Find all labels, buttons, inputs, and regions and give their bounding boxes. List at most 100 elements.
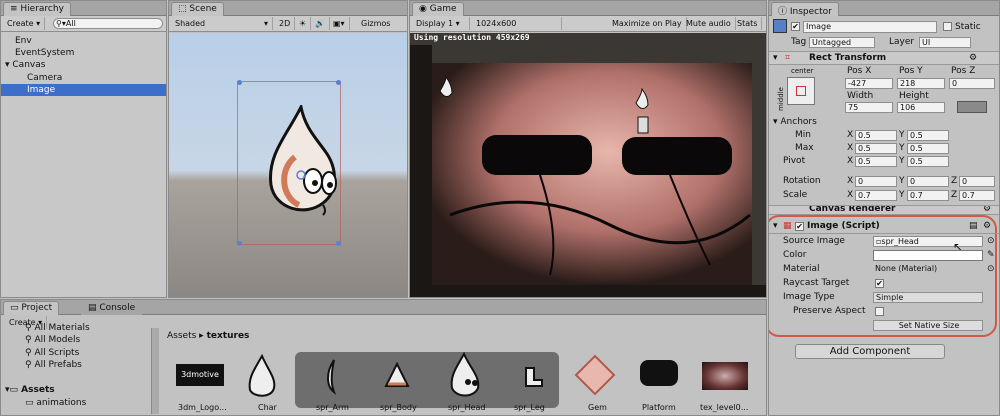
posx-field[interactable]: -427 [845, 78, 893, 89]
game-panel: ◉ Game Display 1 ▾ 1024x600 Maximize on … [409, 0, 767, 298]
active-checkbox[interactable]: ✔ [791, 22, 800, 31]
favorite-all-prefabs[interactable]: ⚲ All Prefabs [25, 359, 82, 371]
posz-label: Pos Z [951, 66, 976, 76]
asset-tex-level[interactable] [702, 352, 748, 398]
image-script-title: Image (Script) [807, 221, 880, 231]
hierarchy-item-eventsystem[interactable]: EventSystem [1, 47, 166, 59]
rotation-y[interactable]: 0 [907, 176, 949, 187]
tab-console[interactable]: ▤ Console [81, 301, 143, 315]
scene-viewport[interactable] [169, 33, 407, 297]
tab-scene[interactable]: ⬚ Scene [171, 2, 224, 16]
mute-audio-toggle[interactable]: Mute audio [682, 17, 736, 30]
canvas-renderer-header[interactable]: Canvas Renderer ⚙ [769, 205, 999, 215]
anchors-max-y[interactable]: 0.5 [907, 143, 949, 154]
char-sprite-icon [248, 353, 276, 397]
favorite-all-materials[interactable]: ⚲ All Materials [25, 322, 90, 331]
scale-x[interactable]: 0.7 [855, 190, 897, 201]
image-script-header[interactable]: ▾ ▦ ✔ Image (Script) ▤ ⚙ [769, 220, 999, 234]
audio-toggle-icon[interactable]: 🔊 [311, 17, 330, 30]
breadcrumb-root[interactable]: Assets [167, 331, 196, 341]
scale-z[interactable]: 0.7 [959, 190, 995, 201]
rect-handle[interactable] [237, 241, 242, 246]
static-checkbox[interactable] [943, 22, 952, 31]
logo-image: 3dmotive [176, 364, 224, 386]
game-viewport[interactable]: Using resolution 459x269 [410, 33, 766, 297]
book-icon[interactable]: ▤ [969, 220, 978, 232]
image-enabled-checkbox[interactable]: ✔ [795, 222, 804, 231]
rotation-z[interactable]: 0 [959, 176, 995, 187]
anchor-preset-button[interactable] [787, 77, 815, 105]
eyedropper-icon[interactable]: ✎ [987, 249, 995, 261]
posy-field[interactable]: 218 [897, 78, 945, 89]
scale-y[interactable]: 0.7 [907, 190, 949, 201]
layer-dropdown[interactable]: UI [919, 37, 971, 48]
tab-project[interactable]: ▭ Project [3, 301, 60, 315]
asset-3dm-logo[interactable]: 3dmotive [176, 352, 224, 398]
rect-handle[interactable] [336, 241, 341, 246]
rotation-x[interactable]: 0 [855, 176, 897, 187]
shading-mode-dropdown[interactable]: Shaded ▾ [171, 17, 273, 30]
image-type-dropdown[interactable]: Simple [873, 292, 983, 303]
pivot-x[interactable]: 0.5 [855, 156, 897, 167]
pivot-y[interactable]: 0.5 [907, 156, 949, 167]
set-native-size-button[interactable]: Set Native Size [873, 320, 983, 331]
tab-hierarchy[interactable]: ≡ Hierarchy [3, 2, 71, 16]
anchors-min-y[interactable]: 0.5 [907, 130, 949, 141]
folder-assets[interactable]: ▾▭ Assets [5, 384, 55, 396]
anchors-max-x[interactable]: 0.5 [855, 143, 897, 154]
rect-transform-header[interactable]: ▾ ⌗ Rect Transform ⚙ [769, 51, 999, 65]
object-picker-icon[interactable]: ⊙ [987, 235, 995, 247]
asset-platform[interactable] [636, 352, 682, 398]
light-toggle-icon[interactable]: ☀ [295, 17, 312, 30]
asset-spr-head[interactable] [444, 351, 490, 398]
object-picker-icon[interactable]: ⊙ [987, 263, 995, 275]
hierarchy-item-canvas[interactable]: ▾ Canvas [1, 59, 166, 71]
width-field[interactable]: 75 [845, 102, 893, 113]
source-image-field[interactable]: ▫spr_Head [873, 236, 983, 247]
effects-toggle-icon[interactable]: ▣▾ [329, 17, 350, 30]
gizmos-dropdown[interactable]: Gizmos [357, 17, 394, 30]
hierarchy-item-env-label: Env [15, 36, 32, 46]
posz-field[interactable]: 0 [949, 78, 995, 89]
folder-animations[interactable]: ▭ animations [25, 397, 86, 409]
hierarchy-item-camera[interactable]: Camera [1, 72, 166, 84]
raycast-target-checkbox[interactable]: ✔ [875, 279, 884, 288]
head-sprite-image[interactable] [259, 105, 349, 225]
resolution-dropdown[interactable]: 1024x600 [472, 17, 562, 30]
raycast-target-label: Raycast Target [783, 278, 850, 288]
asset-spr-leg[interactable] [510, 352, 556, 398]
asset-gem[interactable] [572, 352, 618, 398]
maximize-on-play-toggle[interactable]: Maximize on Play [608, 17, 687, 30]
favorite-all-models[interactable]: ⚲ All Models [25, 334, 80, 346]
anchors-min-x[interactable]: 0.5 [855, 130, 897, 141]
stats-toggle[interactable]: Stats [733, 17, 763, 30]
favorite-all-scripts[interactable]: ⚲ All Scripts [25, 347, 79, 359]
mode-2d-button[interactable]: 2D [275, 17, 296, 30]
gear-icon[interactable]: ⚙ [969, 52, 977, 64]
hierarchy-item-env[interactable]: Env [1, 35, 166, 47]
material-field[interactable]: None (Material) [873, 264, 983, 275]
blueprint-mode-button[interactable] [957, 101, 987, 113]
preserve-aspect-checkbox[interactable] [875, 307, 884, 316]
add-component-button[interactable]: Add Component [795, 344, 945, 359]
rect-handle[interactable] [336, 80, 341, 85]
tab-game[interactable]: ◉ Game [412, 2, 464, 16]
object-name-field[interactable]: Image [803, 21, 937, 33]
rect-handle[interactable] [237, 80, 242, 85]
project-scrollbar[interactable] [151, 328, 159, 414]
display-dropdown[interactable]: Display 1 ▾ [412, 17, 470, 30]
gear-icon[interactable]: ⚙ [983, 220, 991, 232]
asset-char[interactable] [244, 352, 290, 398]
asset-spr-arm[interactable] [308, 352, 354, 398]
asset-spr-body[interactable] [374, 352, 420, 398]
tab-inspector[interactable]: ⓘ Inspector [771, 2, 839, 17]
hierarchy-search-input[interactable]: ⚲▾All [53, 18, 163, 29]
hierarchy-item-image[interactable]: Image [1, 84, 166, 96]
color-field[interactable] [873, 250, 983, 261]
gear-icon[interactable]: ⚙ [983, 206, 991, 214]
height-label: Height [899, 91, 929, 101]
hierarchy-create-button[interactable]: Create ▾ [3, 17, 46, 30]
tag-dropdown[interactable]: Untagged [809, 37, 875, 48]
height-field[interactable]: 106 [897, 102, 945, 113]
anchors-foldout[interactable]: ▾ Anchors [773, 116, 817, 128]
